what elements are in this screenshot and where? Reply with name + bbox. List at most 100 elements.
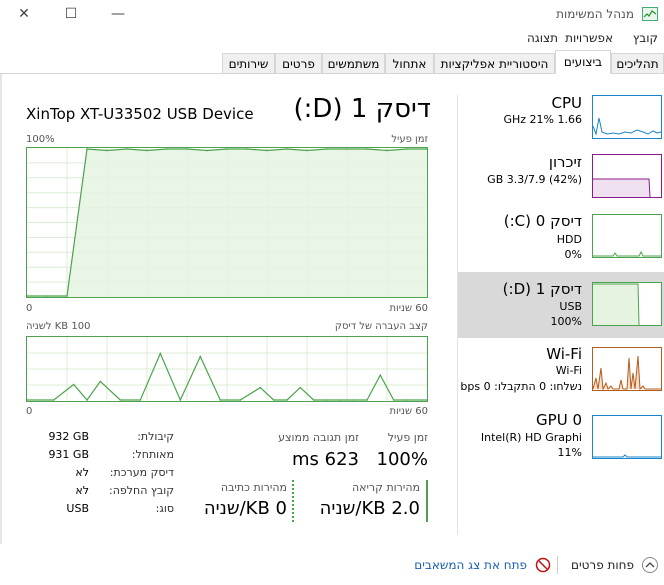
sidebar-item-usage: 100%: [550, 315, 582, 328]
data-point: [52, 399, 55, 401]
close-window-button[interactable]: ✕: [4, 0, 44, 28]
sidebar-item-subtitle: USB: [559, 300, 582, 313]
tab-services[interactable]: שירותים: [222, 53, 275, 74]
prop-capacity-value: 932 GB: [48, 430, 89, 443]
tab-startup[interactable]: אתחול: [385, 53, 434, 74]
data-point: [86, 148, 88, 150]
data-point: [246, 148, 248, 150]
graph-ymax-label: 100 KB לשניה: [26, 321, 91, 332]
data-point: [306, 149, 308, 152]
tab-performance[interactable]: ביצועים: [555, 50, 611, 74]
data-point: [159, 352, 162, 355]
memory-thumbnail-graph: [592, 154, 662, 198]
data-point: [286, 148, 288, 150]
sidebar-item-wifi[interactable]: Wi-Fi Wi-Fi נשלחו: 0 התקבלו: 0 bps: [458, 341, 664, 407]
data-point: [139, 399, 142, 401]
data-point: [46, 295, 48, 297]
sidebar-item-subtitle: Intel(R) HD Graphi: [480, 431, 582, 444]
sidebar-item-title: CPU: [551, 94, 583, 112]
tab-app-history[interactable]: היסטוריית אפליקציות: [434, 53, 555, 74]
write-speed-indicator: [292, 480, 294, 522]
transfer-rate-chart: [26, 337, 428, 402]
sidebar-item-title: זיכרון: [548, 153, 582, 171]
chevron-up-icon: [645, 562, 655, 568]
data-point: [186, 148, 188, 150]
sidebar-item-disk-0[interactable]: דיסק 0 (C:) HDD 0%: [458, 207, 664, 273]
sidebar-item-usage: 11%: [557, 446, 582, 459]
sidebar-item-subtitle: Wi-Fi: [555, 364, 582, 377]
task-manager-icon: [642, 7, 658, 21]
graph-title-label: זמן פעיל: [391, 134, 428, 145]
maximize-icon: ☐: [64, 6, 78, 22]
data-point: [406, 399, 408, 401]
sidebar-item-memory[interactable]: זיכרון (42%) 3.3/7.9 GB: [458, 148, 664, 214]
sidebar-item-disk-1[interactable]: דיסק 1 (D:) USB 100%: [458, 272, 664, 338]
prop-page-file-value: לא: [75, 484, 89, 497]
active-time-label: זמן פעיל: [387, 431, 428, 444]
transfer-rate-graph: [26, 336, 428, 402]
fewer-details-button[interactable]: [642, 557, 658, 573]
minimize-window-button[interactable]: —: [98, 0, 138, 28]
active-time-value: 100%: [376, 449, 428, 470]
prop-page-file-label: קובץ החלפה:: [109, 484, 174, 497]
data-point: [166, 148, 168, 150]
window-left-edge: [0, 74, 2, 544]
data-point: [392, 399, 395, 401]
sidebar-item-gpu[interactable]: GPU 0 Intel(R) HD Graphi 11%: [458, 407, 664, 473]
data-point: [346, 148, 348, 150]
tab-processes[interactable]: תהליכים: [611, 53, 664, 74]
data-point: [386, 149, 388, 152]
data-point: [379, 374, 382, 376]
data-point: [226, 148, 228, 150]
data-point: [146, 149, 148, 152]
maximize-window-button[interactable]: ☐: [51, 0, 91, 28]
data-point: [272, 399, 275, 401]
graph-ymax-label: 100%: [26, 134, 55, 145]
sidebar-item-title: GPU 0: [536, 411, 582, 429]
read-speed-label: מהירות קריאה: [351, 481, 420, 494]
prop-type-label: סוג:: [155, 502, 174, 515]
graph-xmax-label: 60 שניות: [389, 406, 428, 417]
sidebar-item-title: Wi-Fi: [546, 345, 582, 363]
sidebar-item-title: דיסק 0 (C:): [503, 212, 582, 230]
data-point: [299, 386, 302, 389]
cpu-thumbnail-graph: [592, 95, 662, 139]
sidebar-item-throughput: נשלחו: 0 התקבלו: 0 bps: [460, 380, 582, 393]
data-point: [366, 148, 368, 150]
data-point: [286, 399, 288, 401]
tab-details[interactable]: פרטים: [275, 53, 322, 74]
fewer-details-label[interactable]: פחות פרטים: [571, 558, 634, 572]
data-point: [326, 399, 328, 401]
disk-1-thumbnail-graph: [592, 282, 662, 326]
window-title: מנהל המשימות: [556, 7, 634, 21]
menu-options[interactable]: אפשרויות: [565, 31, 613, 45]
series-area: [27, 149, 427, 297]
graph-xmin-label: 0: [26, 303, 33, 314]
sidebar-item-usage: 0%: [564, 248, 582, 261]
write-speed-label: מהירות כתיבה: [220, 481, 287, 494]
data-point: [239, 399, 242, 401]
data-point: [99, 380, 102, 383]
response-time-label: זמן תגובה ממוצע: [278, 431, 359, 444]
graph-xmin-label: 0: [26, 406, 33, 417]
active-time-chart: [26, 148, 428, 297]
tab-users[interactable]: משתמשים: [322, 53, 385, 74]
sidebar-item-cpu[interactable]: CPU 1.66 GHz 21%: [458, 89, 664, 155]
open-resource-monitor-link[interactable]: פתח את צג המשאבים: [414, 558, 527, 572]
graph-xmax-label: 60 שניות: [389, 303, 428, 314]
data-point: [199, 355, 202, 358]
sidebar-item-title: דיסק 1 (D:): [502, 280, 582, 298]
write-speed-value: 0 KB/שניה: [203, 498, 287, 519]
data-point: [119, 399, 122, 401]
data-point: [219, 399, 222, 401]
prop-system-disk-value: לא: [75, 466, 89, 479]
menu-file[interactable]: קובץ: [633, 31, 658, 45]
menu-view[interactable]: תצוגה: [527, 31, 558, 45]
prop-formatted-value: 931 GB: [48, 448, 89, 461]
data-point: [339, 399, 342, 401]
data-point: [266, 149, 268, 152]
data-point: [406, 148, 408, 150]
close-icon: ✕: [18, 6, 30, 22]
data-point: [366, 399, 368, 401]
graph-title-label: קצב העברה של דיסק: [334, 321, 428, 332]
